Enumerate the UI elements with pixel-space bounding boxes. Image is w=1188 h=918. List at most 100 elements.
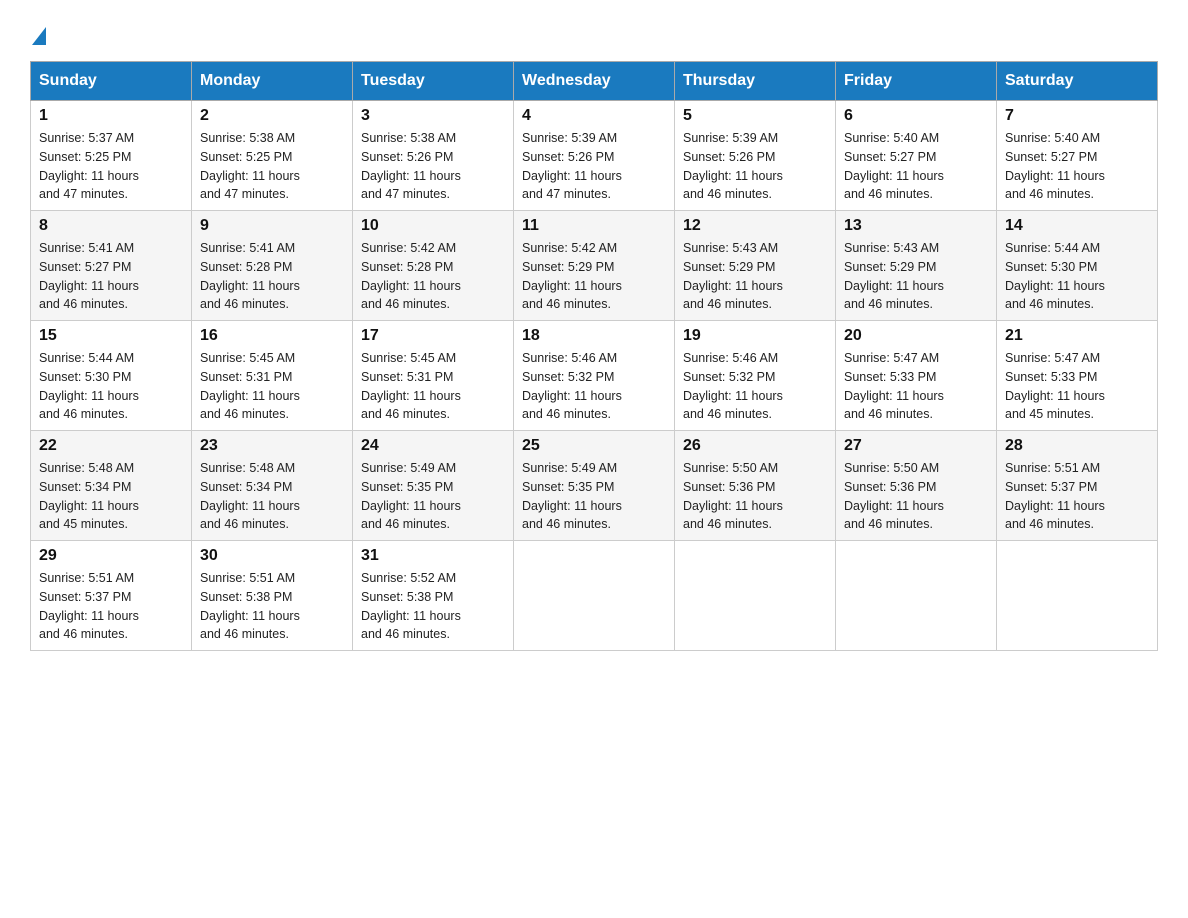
day-info: Sunrise: 5:42 AMSunset: 5:28 PMDaylight:… [361, 239, 505, 314]
logo-triangle-icon [32, 27, 46, 45]
calendar-week-row: 29Sunrise: 5:51 AMSunset: 5:37 PMDayligh… [31, 541, 1158, 651]
calendar-table: SundayMondayTuesdayWednesdayThursdayFrid… [30, 61, 1158, 651]
day-number: 17 [361, 327, 505, 345]
day-number: 28 [1005, 437, 1149, 455]
day-info: Sunrise: 5:40 AMSunset: 5:27 PMDaylight:… [1005, 129, 1149, 204]
day-number: 29 [39, 547, 183, 565]
day-number: 21 [1005, 327, 1149, 345]
calendar-cell: 28 Sunrise: 5:51 AMSunset: 5:37 PMDayligh… [997, 431, 1158, 541]
day-number: 25 [522, 437, 666, 455]
day-number: 4 [522, 107, 666, 125]
day-info: Sunrise: 5:39 AMSunset: 5:26 PMDaylight:… [683, 129, 827, 204]
calendar-cell: 5Sunrise: 5:39 AMSunset: 5:26 PMDaylight… [675, 101, 836, 211]
day-number: 12 [683, 217, 827, 235]
calendar-cell: 22 Sunrise: 5:48 AMSunset: 5:34 PMDayligh… [31, 431, 192, 541]
calendar-cell: 14 Sunrise: 5:44 AMSunset: 5:30 PMDayligh… [997, 211, 1158, 321]
day-number: 15 [39, 327, 183, 345]
day-number: 8 [39, 217, 183, 235]
day-info: Sunrise: 5:37 AMSunset: 5:25 PMDaylight:… [39, 129, 183, 204]
day-info: Sunrise: 5:49 AMSunset: 5:35 PMDaylight:… [522, 459, 666, 534]
calendar-cell: 1 Sunrise: 5:37 AMSunset: 5:25 PMDaylight… [31, 101, 192, 211]
col-header-friday: Friday [836, 62, 997, 101]
day-number: 1 [39, 107, 183, 125]
day-info: Sunrise: 5:48 AMSunset: 5:34 PMDaylight:… [39, 459, 183, 534]
calendar-cell: 27 Sunrise: 5:50 AMSunset: 5:36 PMDayligh… [836, 431, 997, 541]
day-info: Sunrise: 5:45 AMSunset: 5:31 PMDaylight:… [200, 349, 344, 424]
calendar-cell: 16 Sunrise: 5:45 AMSunset: 5:31 PMDayligh… [192, 321, 353, 431]
day-number: 18 [522, 327, 666, 345]
day-info: Sunrise: 5:52 AMSunset: 5:38 PMDaylight:… [361, 569, 505, 644]
col-header-saturday: Saturday [997, 62, 1158, 101]
day-info: Sunrise: 5:49 AMSunset: 5:35 PMDaylight:… [361, 459, 505, 534]
day-info: Sunrise: 5:44 AMSunset: 5:30 PMDaylight:… [39, 349, 183, 424]
day-info: Sunrise: 5:38 AMSunset: 5:26 PMDaylight:… [361, 129, 505, 204]
day-number: 22 [39, 437, 183, 455]
col-header-tuesday: Tuesday [353, 62, 514, 101]
day-number: 7 [1005, 107, 1149, 125]
day-info: Sunrise: 5:46 AMSunset: 5:32 PMDaylight:… [522, 349, 666, 424]
day-info: Sunrise: 5:51 AMSunset: 5:38 PMDaylight:… [200, 569, 344, 644]
col-header-wednesday: Wednesday [514, 62, 675, 101]
day-number: 26 [683, 437, 827, 455]
day-number: 11 [522, 217, 666, 235]
calendar-cell: 13 Sunrise: 5:43 AMSunset: 5:29 PMDayligh… [836, 211, 997, 321]
day-number: 3 [361, 107, 505, 125]
calendar-cell: 21 Sunrise: 5:47 AMSunset: 5:33 PMDayligh… [997, 321, 1158, 431]
calendar-cell: 30 Sunrise: 5:51 AMSunset: 5:38 PMDayligh… [192, 541, 353, 651]
col-header-monday: Monday [192, 62, 353, 101]
day-info: Sunrise: 5:38 AMSunset: 5:25 PMDaylight:… [200, 129, 344, 204]
day-info: Sunrise: 5:43 AMSunset: 5:29 PMDaylight:… [844, 239, 988, 314]
calendar-cell: 7 Sunrise: 5:40 AMSunset: 5:27 PMDaylight… [997, 101, 1158, 211]
day-number: 9 [200, 217, 344, 235]
day-info: Sunrise: 5:50 AMSunset: 5:36 PMDaylight:… [844, 459, 988, 534]
day-info: Sunrise: 5:47 AMSunset: 5:33 PMDaylight:… [1005, 349, 1149, 424]
calendar-cell: 12 Sunrise: 5:43 AMSunset: 5:29 PMDayligh… [675, 211, 836, 321]
col-header-sunday: Sunday [31, 62, 192, 101]
calendar-cell: 6Sunrise: 5:40 AMSunset: 5:27 PMDaylight… [836, 101, 997, 211]
calendar-week-row: 1 Sunrise: 5:37 AMSunset: 5:25 PMDaylight… [31, 101, 1158, 211]
day-info: Sunrise: 5:43 AMSunset: 5:29 PMDaylight:… [683, 239, 827, 314]
day-number: 23 [200, 437, 344, 455]
day-number: 10 [361, 217, 505, 235]
calendar-cell: 8 Sunrise: 5:41 AMSunset: 5:27 PMDaylight… [31, 211, 192, 321]
calendar-cell: 25 Sunrise: 5:49 AMSunset: 5:35 PMDayligh… [514, 431, 675, 541]
day-info: Sunrise: 5:45 AMSunset: 5:31 PMDaylight:… [361, 349, 505, 424]
calendar-cell: 29Sunrise: 5:51 AMSunset: 5:37 PMDayligh… [31, 541, 192, 651]
day-info: Sunrise: 5:48 AMSunset: 5:34 PMDaylight:… [200, 459, 344, 534]
day-info: Sunrise: 5:47 AMSunset: 5:33 PMDaylight:… [844, 349, 988, 424]
calendar-cell: 18 Sunrise: 5:46 AMSunset: 5:32 PMDayligh… [514, 321, 675, 431]
calendar-cell: 20 Sunrise: 5:47 AMSunset: 5:33 PMDayligh… [836, 321, 997, 431]
calendar-cell: 31Sunrise: 5:52 AMSunset: 5:38 PMDayligh… [353, 541, 514, 651]
day-number: 16 [200, 327, 344, 345]
day-info: Sunrise: 5:39 AMSunset: 5:26 PMDaylight:… [522, 129, 666, 204]
day-number: 20 [844, 327, 988, 345]
calendar-week-row: 22 Sunrise: 5:48 AMSunset: 5:34 PMDayligh… [31, 431, 1158, 541]
day-info: Sunrise: 5:51 AMSunset: 5:37 PMDaylight:… [1005, 459, 1149, 534]
calendar-cell: 26 Sunrise: 5:50 AMSunset: 5:36 PMDayligh… [675, 431, 836, 541]
day-number: 24 [361, 437, 505, 455]
day-number: 30 [200, 547, 344, 565]
day-info: Sunrise: 5:41 AMSunset: 5:28 PMDaylight:… [200, 239, 344, 314]
calendar-cell: 2Sunrise: 5:38 AMSunset: 5:25 PMDaylight… [192, 101, 353, 211]
calendar-cell: 24 Sunrise: 5:49 AMSunset: 5:35 PMDayligh… [353, 431, 514, 541]
calendar-cell [997, 541, 1158, 651]
day-info: Sunrise: 5:42 AMSunset: 5:29 PMDaylight:… [522, 239, 666, 314]
calendar-cell: 15 Sunrise: 5:44 AMSunset: 5:30 PMDayligh… [31, 321, 192, 431]
day-number: 13 [844, 217, 988, 235]
calendar-week-row: 15 Sunrise: 5:44 AMSunset: 5:30 PMDayligh… [31, 321, 1158, 431]
logo [30, 20, 46, 43]
day-info: Sunrise: 5:50 AMSunset: 5:36 PMDaylight:… [683, 459, 827, 534]
calendar-cell: 23 Sunrise: 5:48 AMSunset: 5:34 PMDayligh… [192, 431, 353, 541]
day-number: 14 [1005, 217, 1149, 235]
calendar-cell: 11 Sunrise: 5:42 AMSunset: 5:29 PMDayligh… [514, 211, 675, 321]
day-info: Sunrise: 5:41 AMSunset: 5:27 PMDaylight:… [39, 239, 183, 314]
col-header-thursday: Thursday [675, 62, 836, 101]
calendar-cell: 3 Sunrise: 5:38 AMSunset: 5:26 PMDaylight… [353, 101, 514, 211]
day-number: 6 [844, 107, 988, 125]
day-number: 27 [844, 437, 988, 455]
day-info: Sunrise: 5:44 AMSunset: 5:30 PMDaylight:… [1005, 239, 1149, 314]
calendar-cell: 19Sunrise: 5:46 AMSunset: 5:32 PMDayligh… [675, 321, 836, 431]
page-header [30, 20, 1158, 43]
calendar-cell [836, 541, 997, 651]
calendar-cell [675, 541, 836, 651]
